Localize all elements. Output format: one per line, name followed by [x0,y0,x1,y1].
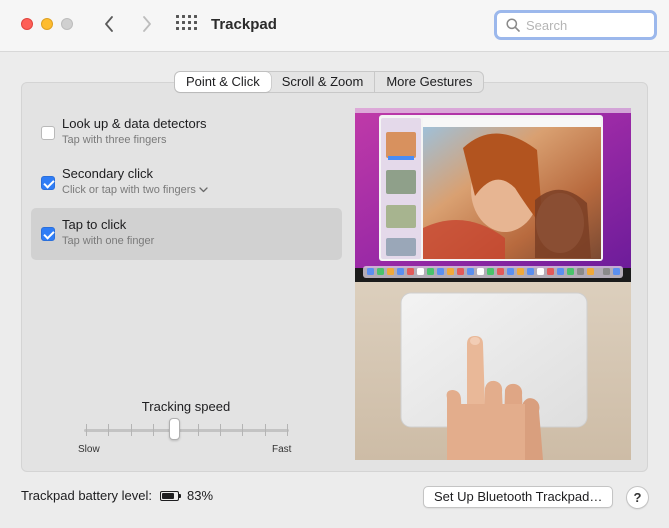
secondary-click-checkbox[interactable] [41,176,55,190]
search-icon [506,18,520,32]
option-title: Tap to click [62,217,127,232]
slow-label: Slow [78,444,100,455]
close-button[interactable] [21,18,33,30]
chevron-right-icon [143,16,151,32]
search-input[interactable] [526,17,646,33]
option-title: Look up & data detectors [62,116,207,131]
zoom-button[interactable] [61,18,73,30]
slider-tick [86,424,87,436]
secondary-click-dropdown[interactable]: Click or tap with two fingers [62,184,208,196]
tab-bar: Point & Click Scroll & Zoom More Gesture… [174,71,485,93]
look-up-checkbox[interactable] [41,126,55,140]
option-tap-to-click[interactable]: Tap to click Tap with one finger [31,208,342,260]
back-button[interactable] [98,13,120,35]
slider-tick [130,424,132,436]
option-secondary-click[interactable]: Secondary click Click or tap with two fi… [31,157,342,209]
option-look-up[interactable]: Look up & data detectors Tap with three … [31,107,342,159]
option-subtitle: Tap with three fingers [62,134,167,146]
slider-tick [287,424,288,436]
tracking-speed-label: Tracking speed [141,399,231,414]
chevron-down-icon [199,187,208,193]
tab-scroll-and-zoom[interactable]: Scroll & Zoom [271,72,376,92]
option-subtitle-text: Tap with one finger [62,235,155,247]
battery-label: Trackpad battery level: [21,488,153,503]
search-field[interactable] [494,10,657,40]
battery-icon [160,490,182,501]
tab-point-and-click[interactable]: Point & Click [175,72,271,92]
fast-label: Fast [272,444,292,455]
slider-tick [108,424,110,436]
option-subtitle-text: Tap with three fingers [62,134,167,146]
setup-bluetooth-trackpad-button[interactable]: Set Up Bluetooth Trackpad… [423,486,614,508]
option-title: Secondary click [62,166,154,181]
option-subtitle-text: Click or tap with two fingers [62,184,196,196]
battery-status: Trackpad battery level: 83% [21,488,213,503]
forward-button[interactable] [136,13,158,35]
window-title: Trackpad [211,16,277,33]
chevron-left-icon [105,16,113,32]
slider-tick [220,424,221,436]
minimize-button[interactable] [41,18,53,30]
title-bar: Trackpad [0,0,669,52]
show-all-grid-icon[interactable] [176,15,197,35]
slider-tick [153,424,154,436]
option-subtitle: Tap with one finger [62,235,154,247]
tap-to-click-checkbox[interactable] [41,227,55,241]
slider-tick [197,424,199,436]
preview-illustration [355,108,631,460]
slider-tick [264,424,266,436]
help-button[interactable]: ? [626,486,649,509]
gesture-preview-image [355,108,631,460]
tab-more-gestures[interactable]: More Gestures [375,72,483,92]
slider-tick [242,424,244,436]
tracking-speed-track[interactable] [84,429,289,432]
battery-value: 83% [187,488,214,503]
tracking-speed-knob[interactable] [169,418,181,440]
